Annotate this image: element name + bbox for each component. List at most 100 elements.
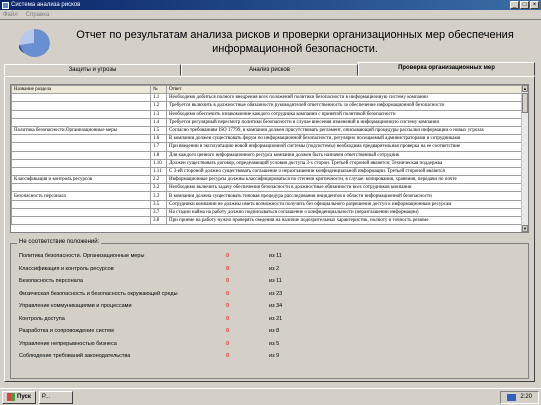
nonconformance-label: Управление коммуникациями и процессами <box>19 303 132 309</box>
table-cell-answer: Информационные ресурсы должны классифици… <box>166 175 524 185</box>
table-cell-answer: Для каждого ценного информационного ресу… <box>166 150 524 160</box>
nonconformance-label: Политика безопасности. Организационные м… <box>19 253 145 259</box>
table-cell-section <box>11 101 151 111</box>
report-title-line2: информационной безопасности. <box>212 43 378 55</box>
table-row[interactable]: 1.8 Для каждого ценного информационного р… <box>11 150 524 160</box>
table-cell-answer: Необходимо включить задачу обеспечения б… <box>166 183 524 193</box>
table-cell-section <box>11 117 151 127</box>
tab-strip: Защиты и угрозы Анализ рисков Проверка о… <box>4 62 535 76</box>
table-row[interactable]: 3.8 При приеме на работу нужно проверять … <box>11 215 524 226</box>
table-cell-section <box>11 207 151 218</box>
table-row[interactable]: 3.2 Необходимо включить задачу обеспечени… <box>11 183 524 193</box>
start-button[interactable]: Пуск <box>2 390 36 404</box>
table-cell-answer: В компании должен существовать форум по … <box>166 134 524 144</box>
main-window: Система анализа рисков _ □ × Файл Справк… <box>0 0 541 388</box>
tab-org-measures[interactable]: Проверка организационных мер <box>358 62 535 76</box>
table-cell-section: Классификация и контроль ресурсов <box>11 175 151 185</box>
table-cell-answer: На стадии найма на работу должно подписы… <box>166 207 524 218</box>
menu-help[interactable]: Справка <box>26 12 50 18</box>
tab-protections-threats[interactable]: Защиты и угрозы <box>4 64 181 76</box>
nonconformance-row: Классификация и контроль ресурсов 0 из 2 <box>19 265 339 273</box>
table-cell-num: 1.5 <box>150 125 167 136</box>
nonconformance-label: Классификация и контроль ресурсов <box>19 265 114 272</box>
scroll-down-arrow-icon[interactable]: ▼ <box>522 225 528 232</box>
table-cell-section <box>11 158 151 168</box>
nonconformance-count: 0 <box>226 253 230 259</box>
nonconformance-row: Управление коммуникациями и процессами 0 и… <box>19 302 339 310</box>
nonconformance-row: Контроль доступа 0 из 21 <box>19 315 339 323</box>
column-header-section[interactable]: Название раздела <box>11 85 151 95</box>
table-row[interactable]: 1.7 При введении в эксплуатацию новой инф… <box>11 142 524 152</box>
nonconformance-total: из 9 <box>269 353 280 359</box>
system-tray: 2:20 <box>500 390 539 404</box>
taskbar-app-button[interactable]: P... <box>38 390 73 404</box>
column-header-answer[interactable]: Ответ <box>166 85 524 95</box>
table-cell-section <box>11 93 151 103</box>
scroll-up-arrow-icon[interactable]: ▲ <box>522 85 528 92</box>
table-cell-num: 3.3 <box>150 191 167 201</box>
table-cell-section <box>11 142 151 152</box>
nonconformance-total: из 11 <box>269 253 282 259</box>
table-cell-num: 3.2 <box>150 183 167 193</box>
table-cell-num: 3.7 <box>150 207 167 218</box>
table-row[interactable]: 1.2 Требуется включить в должностные обяз… <box>11 101 524 111</box>
nonconformance-count: 0 <box>226 265 230 272</box>
column-header-number[interactable]: № <box>150 85 167 95</box>
nonconformance-count: 0 <box>226 315 230 322</box>
language-indicator-icon[interactable] <box>507 393 517 401</box>
maximize-button[interactable]: □ <box>520 1 529 9</box>
table-cell-section <box>11 215 151 226</box>
measures-grid[interactable]: Название раздела № Ответ 1.1 Необходимо д… <box>10 84 529 233</box>
table-cell-section <box>11 183 151 193</box>
nonconformance-total: из 8 <box>269 328 280 334</box>
nonconformance-count: 0 <box>226 328 230 334</box>
table-cell-num: 1.4 <box>150 117 167 127</box>
table-cell-answer: Требуется регулярный пересмотр политики … <box>166 117 524 127</box>
nonconformance-total: из 5 <box>269 340 280 347</box>
nonconformance-count: 0 <box>226 353 230 359</box>
table-cell-answer: В компании должна существовать типовая п… <box>166 191 524 201</box>
table-row[interactable]: 1.6 В компании должен существовать форум … <box>11 134 524 144</box>
table-row[interactable]: 3.7 На стадии найма на работу должно подп… <box>11 207 524 218</box>
taskbar: Пуск P... 2:20 <box>0 388 541 405</box>
table-cell-num: 1.3 <box>150 109 167 119</box>
nonconformance-row: Безопасность персонала 0 из 11 <box>19 277 339 285</box>
tab-risk-analysis[interactable]: Анализ рисков <box>181 64 358 76</box>
table-row[interactable]: 3.5 Сотрудники компании не должны иметь в… <box>11 199 524 209</box>
nonconformance-label: Соблюдение требований законодательства <box>19 353 131 359</box>
nonconformance-total: из 34 <box>269 303 283 309</box>
nonconformance-count: 0 <box>226 340 230 347</box>
grid-vertical-scrollbar[interactable]: ▲ ▼ <box>521 85 528 232</box>
start-label: Пуск <box>17 394 31 400</box>
nonconformance-count: 0 <box>226 303 230 309</box>
table-cell-answer: Требуется включить в должностные обязанн… <box>166 101 524 111</box>
table-cell-section <box>11 199 151 209</box>
table-row[interactable]: Безопасность персонала 3.3 В компании долж… <box>11 191 524 201</box>
table-cell-answer: Необходимо добиться полного внедрения вс… <box>166 93 524 103</box>
nonconformance-total: из 23 <box>269 290 283 297</box>
nonconformance-total: из 2 <box>269 265 280 272</box>
nonconformance-label: Безопасность персонала <box>19 278 83 284</box>
table-row[interactable]: 1.10 Должен существовать договор, определ… <box>11 158 524 168</box>
scroll-thumb[interactable] <box>522 93 528 113</box>
table-cell-num: 1.10 <box>150 158 167 168</box>
tab-panel: Название раздела № Ответ 1.1 Необходимо д… <box>4 76 535 382</box>
app-icon <box>2 1 9 9</box>
table-row[interactable]: Классификация и контроль ресурсов 2.2 Инфо… <box>11 175 524 185</box>
table-row[interactable]: 1.4 Требуется регулярный пересмотр полити… <box>11 117 524 127</box>
table-row[interactable]: 1.3 Необходимо обеспечить ознакомление ка… <box>11 109 524 119</box>
nonconformance-label: Контроль доступа <box>19 315 65 322</box>
table-cell-section: Безопасность персонала <box>11 191 151 201</box>
table-row[interactable]: 1.1 Необходимо добиться полного внедрения… <box>11 93 524 103</box>
menu-file[interactable]: Файл <box>3 12 18 18</box>
close-button[interactable]: × <box>530 1 539 9</box>
minimize-button[interactable]: _ <box>510 1 519 9</box>
table-row[interactable]: Политика безопасности.Организационные ме… <box>11 125 524 136</box>
nonconformance-label: Физическая безопасность и безопасность о… <box>19 290 178 297</box>
table-cell-section: Политика безопасности.Организационные ме… <box>11 125 151 136</box>
table-cell-num: 1.11 <box>150 166 167 177</box>
nonconformance-row: Разработка и сопровождение систем 0 из 8 <box>19 327 339 335</box>
table-row[interactable]: 1.11 С 3-ей стороной должно существовать … <box>11 166 524 177</box>
title-bar[interactable]: Система анализа рисков _ □ × <box>0 0 541 10</box>
table-cell-num: 2.2 <box>150 175 167 185</box>
